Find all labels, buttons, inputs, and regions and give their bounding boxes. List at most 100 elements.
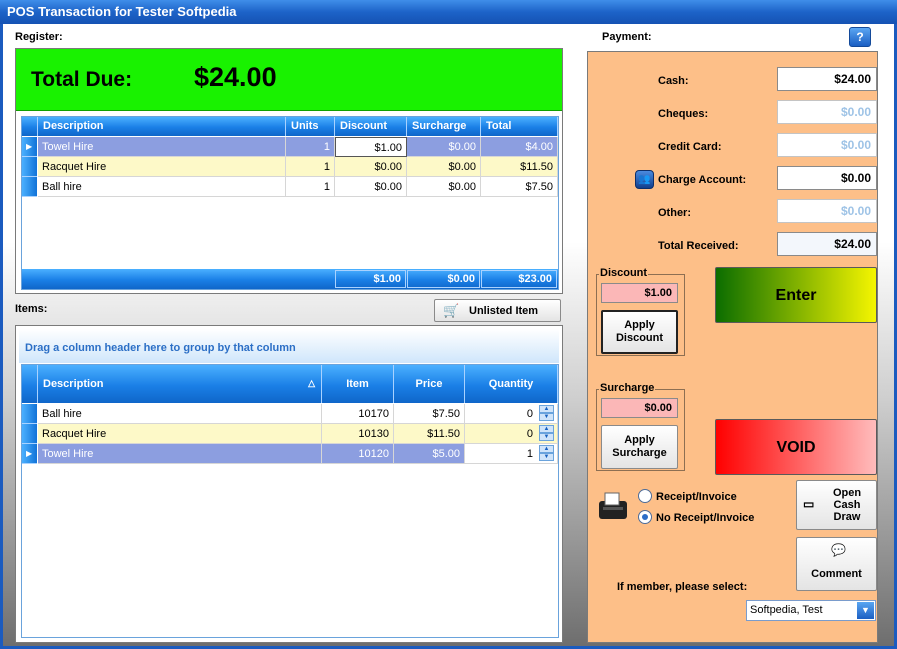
cell-total[interactable]: $7.50 <box>481 177 558 197</box>
sort-asc-icon: △ <box>308 378 315 388</box>
cell-discount[interactable]: $0.00 <box>335 177 407 197</box>
row-selector <box>22 424 37 444</box>
quantity-value[interactable]: 1 <box>527 448 533 460</box>
cell-surcharge[interactable]: $0.00 <box>407 157 481 177</box>
apply-surcharge-button[interactable]: Apply Surcharge <box>601 425 678 469</box>
col-total[interactable]: Total <box>481 117 558 136</box>
cell-item[interactable]: 10130 <box>322 424 394 444</box>
register-grid: Description Units Discount Surcharge Tot… <box>21 116 559 290</box>
cell-price[interactable]: $5.00 <box>394 444 465 464</box>
cash-drawer-icon: ▭ <box>803 497 815 511</box>
cell-discount[interactable]: $1.00 <box>335 137 407 157</box>
spinner-icon[interactable]: ▲ ▼ <box>539 445 554 462</box>
cell-units[interactable]: 1 <box>286 157 335 177</box>
table-row[interactable]: Racquet Hire 1 $0.00 $0.00 $11.50 <box>22 157 558 177</box>
printer-icon <box>596 489 630 523</box>
apply-discount-button[interactable]: Apply Discount <box>601 310 678 354</box>
window-title: POS Transaction for Tester Softpedia <box>0 0 897 24</box>
col-item[interactable]: Item <box>322 365 394 403</box>
grid-corner <box>22 117 38 136</box>
cell-units[interactable]: 1 <box>286 177 335 197</box>
cell-description[interactable]: Ball hire <box>38 177 286 197</box>
total-discount: $1.00 <box>335 270 406 288</box>
list-item[interactable]: ▶ Towel Hire 10120 $5.00 1 ▲ ▼ <box>22 444 558 464</box>
unlisted-item-label: Unlisted Item <box>469 305 539 317</box>
col-surcharge[interactable]: Surcharge <box>407 117 481 136</box>
open-cash-draw-label: Open Cash Draw <box>832 487 862 523</box>
list-item[interactable]: Ball hire 10170 $7.50 0 ▲ ▼ <box>22 404 558 424</box>
quantity-stepper[interactable]: 0 ▲ ▼ <box>465 424 558 444</box>
total-due-value: $24.00 <box>194 62 277 92</box>
quantity-value[interactable]: 0 <box>527 408 533 420</box>
comment-button[interactable]: 💬 Comment <box>796 537 877 591</box>
items-label: Items: <box>15 303 48 315</box>
surcharge-title: Surcharge <box>599 382 656 394</box>
discount-field[interactable]: $1.00 <box>601 283 678 303</box>
charge-account-label: Charge Account: <box>658 174 747 186</box>
row-selector-icon: ▶ <box>22 444 37 464</box>
row-selector <box>22 177 37 197</box>
col-item-description[interactable]: Description △ <box>38 365 322 403</box>
quantity-value[interactable]: 0 <box>527 428 533 440</box>
items-panel: Drag a column header here to group by th… <box>15 325 563 643</box>
cheques-field[interactable]: $0.00 <box>777 100 877 124</box>
receipt-label[interactable]: Receipt/Invoice <box>656 491 737 503</box>
quantity-stepper[interactable]: 1 ▲ ▼ <box>465 444 558 464</box>
void-button[interactable]: VOID <box>715 419 877 475</box>
total-amount: $23.00 <box>481 270 557 288</box>
register-totals-row: $1.00 $0.00 $23.00 <box>22 269 558 289</box>
cash-label: Cash: <box>658 75 689 87</box>
cheques-label: Cheques: <box>658 108 709 120</box>
total-surcharge: $0.00 <box>407 270 480 288</box>
cell-price[interactable]: $11.50 <box>394 424 465 444</box>
other-field[interactable]: $0.00 <box>777 199 877 223</box>
cell-description[interactable]: Racquet Hire <box>38 424 322 444</box>
cell-units[interactable]: 1 <box>286 137 335 157</box>
list-item[interactable]: Racquet Hire 10130 $11.50 0 ▲ ▼ <box>22 424 558 444</box>
no-receipt-label[interactable]: No Receipt/Invoice <box>656 512 754 524</box>
col-units[interactable]: Units <box>286 117 335 136</box>
cell-surcharge[interactable]: $0.00 <box>407 137 481 157</box>
col-price[interactable]: Price <box>394 365 465 403</box>
grid-corner <box>22 365 38 403</box>
member-label: If member, please select: <box>617 581 748 593</box>
total-due-banner: Total Due: $24.00 <box>16 49 562 111</box>
col-quantity[interactable]: Quantity <box>465 365 558 403</box>
cell-description[interactable]: Towel Hire <box>38 444 322 464</box>
charge-account-lookup-icon[interactable]: 👥 <box>635 170 654 189</box>
spinner-icon[interactable]: ▲ ▼ <box>539 405 554 422</box>
col-description[interactable]: Description <box>38 117 286 136</box>
table-row[interactable]: Ball hire 1 $0.00 $0.00 $7.50 <box>22 177 558 197</box>
cell-item[interactable]: 10120 <box>322 444 394 464</box>
total-received-field: $24.00 <box>777 232 877 256</box>
spinner-icon[interactable]: ▲ ▼ <box>539 425 554 442</box>
cell-price[interactable]: $7.50 <box>394 404 465 424</box>
cell-discount[interactable]: $0.00 <box>335 157 407 177</box>
group-by-area[interactable]: Drag a column header here to group by th… <box>19 329 559 363</box>
open-cash-draw-button[interactable]: ▭ Open Cash Draw <box>796 480 877 530</box>
receipt-radio[interactable] <box>638 489 652 503</box>
cell-surcharge[interactable]: $0.00 <box>407 177 481 197</box>
enter-button[interactable]: Enter <box>715 267 877 323</box>
col-discount[interactable]: Discount <box>335 117 407 136</box>
cell-description[interactable]: Racquet Hire <box>38 157 286 177</box>
cash-field[interactable]: $24.00 <box>777 67 877 91</box>
unlisted-item-button[interactable]: 🛒 Unlisted Item <box>434 299 561 322</box>
cell-description[interactable]: Towel Hire <box>38 137 286 157</box>
charge-account-field[interactable]: $0.00 <box>777 166 877 190</box>
cart-icon: 🛒 <box>443 303 460 318</box>
cell-item[interactable]: 10170 <box>322 404 394 424</box>
comment-icon: 💬 <box>831 543 846 557</box>
cell-total[interactable]: $11.50 <box>481 157 558 177</box>
table-row[interactable]: ▶ Towel Hire 1 $1.00 $0.00 $4.00 <box>22 137 558 157</box>
surcharge-field[interactable]: $0.00 <box>601 398 678 418</box>
payment-panel: Cash: $24.00 Cheques: $0.00 Credit Card:… <box>587 51 878 643</box>
cell-description[interactable]: Ball hire <box>38 404 322 424</box>
chevron-down-icon[interactable]: ▼ <box>857 602 874 619</box>
cell-total[interactable]: $4.00 <box>481 137 558 157</box>
credit-card-field[interactable]: $0.00 <box>777 133 877 157</box>
no-receipt-radio[interactable] <box>638 510 652 524</box>
member-select[interactable]: Softpedia, Test ▼ <box>746 600 876 621</box>
quantity-stepper[interactable]: 0 ▲ ▼ <box>465 404 558 424</box>
help-icon[interactable]: ? <box>849 27 871 47</box>
